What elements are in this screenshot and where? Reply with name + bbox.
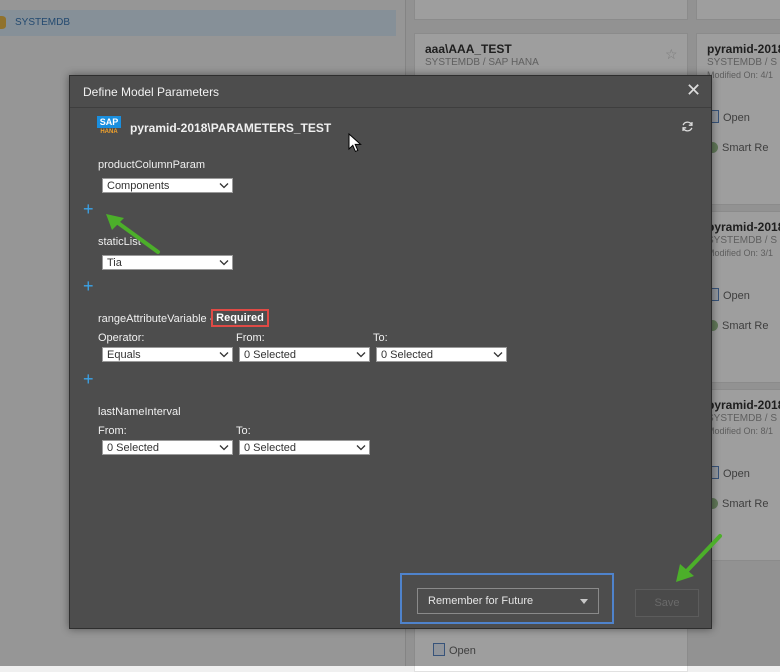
- from-label: From:: [98, 425, 127, 437]
- range-from-select[interactable]: 0 Selected: [239, 347, 370, 362]
- add-parameter-button[interactable]: +: [83, 277, 94, 295]
- to-label: To:: [236, 425, 251, 437]
- operator-label: Operator:: [98, 332, 145, 344]
- mouse-cursor-icon: [348, 133, 362, 153]
- lastname-to-select[interactable]: 0 Selected: [239, 440, 370, 455]
- chevron-down-icon: [356, 352, 366, 358]
- select-value: Tia: [107, 257, 122, 269]
- select-value: Components: [107, 180, 170, 192]
- define-model-parameters-dialog: Define Model Parameters ✕ SAP HANA pyram…: [69, 75, 722, 629]
- annotation-arrow-icon: [106, 214, 160, 254]
- dialog-title: Define Model Parameters: [83, 85, 220, 99]
- caret-down-icon: [580, 599, 588, 604]
- product-column-param-select[interactable]: Components: [102, 178, 233, 193]
- select-value: 0 Selected: [244, 442, 296, 454]
- logo-text-bottom: HANA: [100, 129, 118, 135]
- logo-text-top: SAP: [97, 116, 121, 128]
- chevron-down-icon: [219, 445, 229, 451]
- lastname-from-select[interactable]: 0 Selected: [102, 440, 233, 455]
- annotation-arrow-icon: [676, 534, 722, 582]
- from-label: From:: [236, 332, 265, 344]
- chevron-down-icon: [219, 183, 229, 189]
- add-parameter-button[interactable]: +: [83, 370, 94, 388]
- remember-for-future-select[interactable]: Remember for Future: [417, 588, 599, 614]
- range-to-select[interactable]: 0 Selected: [376, 347, 507, 362]
- chevron-down-icon: [493, 352, 503, 358]
- select-value: Equals: [107, 349, 141, 361]
- model-name: pyramid-2018\PARAMETERS_TEST: [130, 121, 332, 135]
- refresh-icon[interactable]: [681, 120, 694, 133]
- add-parameter-button[interactable]: +: [83, 200, 94, 218]
- chevron-down-icon: [356, 445, 366, 451]
- chevron-down-icon: [219, 352, 229, 358]
- dialog-header: Define Model Parameters ✕: [70, 76, 711, 108]
- close-icon[interactable]: ✕: [686, 80, 701, 101]
- static-list-select[interactable]: Tia: [102, 255, 233, 270]
- required-badge: Required: [211, 309, 269, 327]
- save-button[interactable]: Save: [635, 589, 699, 617]
- select-value: Remember for Future: [428, 595, 534, 607]
- param-label-range: rangeAttributeVariable -: [98, 313, 214, 325]
- to-label: To:: [373, 332, 388, 344]
- select-value: 0 Selected: [244, 349, 296, 361]
- select-value: 0 Selected: [107, 442, 159, 454]
- select-value: 0 Selected: [381, 349, 433, 361]
- operator-select[interactable]: Equals: [102, 347, 233, 362]
- chevron-down-icon: [219, 260, 229, 266]
- param-label-lastname: lastNameInterval: [98, 406, 181, 418]
- sap-hana-logo: SAP HANA: [97, 116, 121, 138]
- param-label-product: productColumnParam: [98, 159, 205, 171]
